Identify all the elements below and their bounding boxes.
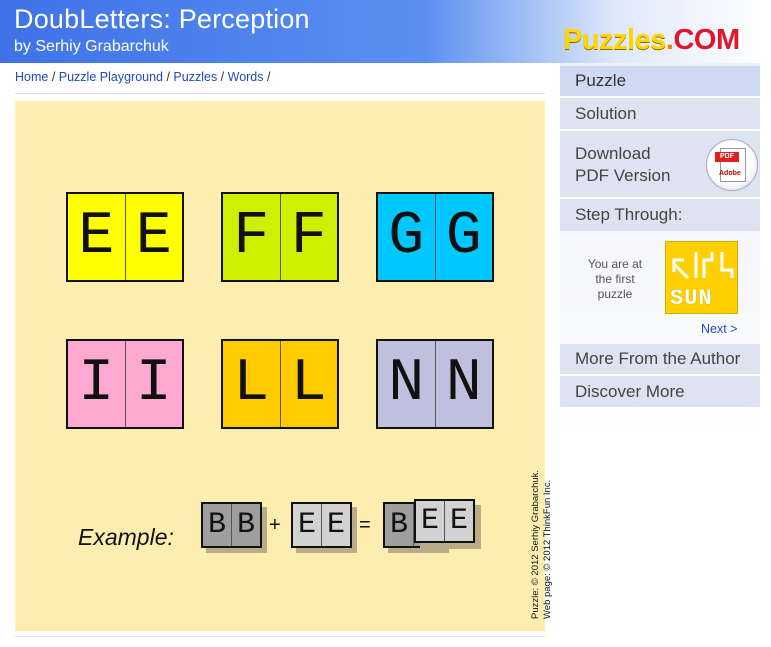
breadcrumb-separator: / [48,70,59,84]
author-byline: by Serhiy Grabarchuk [14,38,169,55]
card-letter: B [207,508,226,542]
sidebar-item-solution[interactable]: Solution [560,98,760,129]
breadcrumb-puzzles[interactable]: Puzzles [173,70,217,84]
letter-card-gg: G G [376,192,504,292]
breadcrumb-words[interactable]: Words [228,70,264,84]
puzzles-com-logo[interactable]: Puzzles.COM [563,24,740,57]
breadcrumb-separator: / [263,70,271,84]
breadcrumb-separator: / [217,70,228,84]
sidebar: Puzzle Solution Download PDF Version PDF… [560,63,760,647]
example-label: Example: [78,524,174,550]
card-letter: F [279,194,338,280]
pdf-tag: PDF [715,152,739,162]
card-letter: L [233,350,270,418]
card-letter: I [124,341,183,427]
first-puzzle-notice: You are at the first puzzle [587,257,643,301]
logo-word: Puzzles [563,24,666,56]
plus-sign: + [269,514,281,536]
pdf-icon[interactable]: PDF Adobe [706,139,758,191]
letter-card-ee: E E [66,192,194,292]
adobe-label: Adobe [719,170,741,177]
copyright-credit: Puzzle: © 2012 Serhiy Grabarchuk. Web pa… [530,470,554,619]
breadcrumb-divider [15,93,545,94]
card-letter: E [78,203,115,271]
card-letter: B [389,508,408,542]
credit-web: Web page: © 2012 ThinkFun Inc. [542,479,553,619]
card-letter: N [434,341,493,427]
card-letter: E [420,504,439,538]
card-letter: N [388,350,425,418]
card-letter: E [321,504,350,546]
bottom-divider [15,636,545,637]
breadcrumb-home[interactable]: Home [15,70,48,84]
example-card-ee: E E [291,502,352,548]
thumbnail-word: SUN [670,286,713,311]
credit-puzzle: Puzzle: © 2012 Serhiy Grabarchuk. [530,469,541,619]
sidebar-item-more-from-author[interactable]: More From the Author [560,344,760,374]
card-letter: I [78,350,115,418]
card-letter: L [279,341,338,427]
page-header: DoubLetters: Perception by Serhiy Grabar… [0,0,771,63]
card-letter: B [231,504,260,546]
logo-tld: COM [673,24,740,56]
letter-card-ff: F F [221,192,349,292]
page-title: DoubLetters: Perception [14,4,310,34]
card-letter: G [388,203,425,271]
card-letter: E [124,194,183,280]
example-result-front: E E [414,499,475,543]
sidebar-item-discover-more[interactable]: Discover More [560,376,760,407]
card-letter: G [434,194,493,280]
example-card-bb: B B [201,502,262,548]
letter-card-nn: N N [376,339,504,439]
breadcrumb: Home / Puzzle Playground / Puzzles / Wor… [15,70,270,84]
letter-card-ll: L L [221,339,349,439]
breadcrumb-puzzle-playground[interactable]: Puzzle Playground [59,70,163,84]
next-puzzle-thumbnail[interactable]: SUN [665,241,738,314]
equals-sign: = [359,514,371,536]
sidebar-item-puzzle[interactable]: Puzzle [560,66,760,96]
letter-card-ii: I I [66,339,194,439]
card-letter: E [444,501,473,541]
breadcrumb-separator: / [163,70,174,84]
card-letter: F [233,203,270,271]
puzzle-image: E E F F G G I I L L N N Example: B B + E… [15,101,553,631]
card-letter: E [297,508,316,542]
next-link[interactable]: Next > [701,322,737,336]
step-through-header: Step Through: [560,199,760,231]
